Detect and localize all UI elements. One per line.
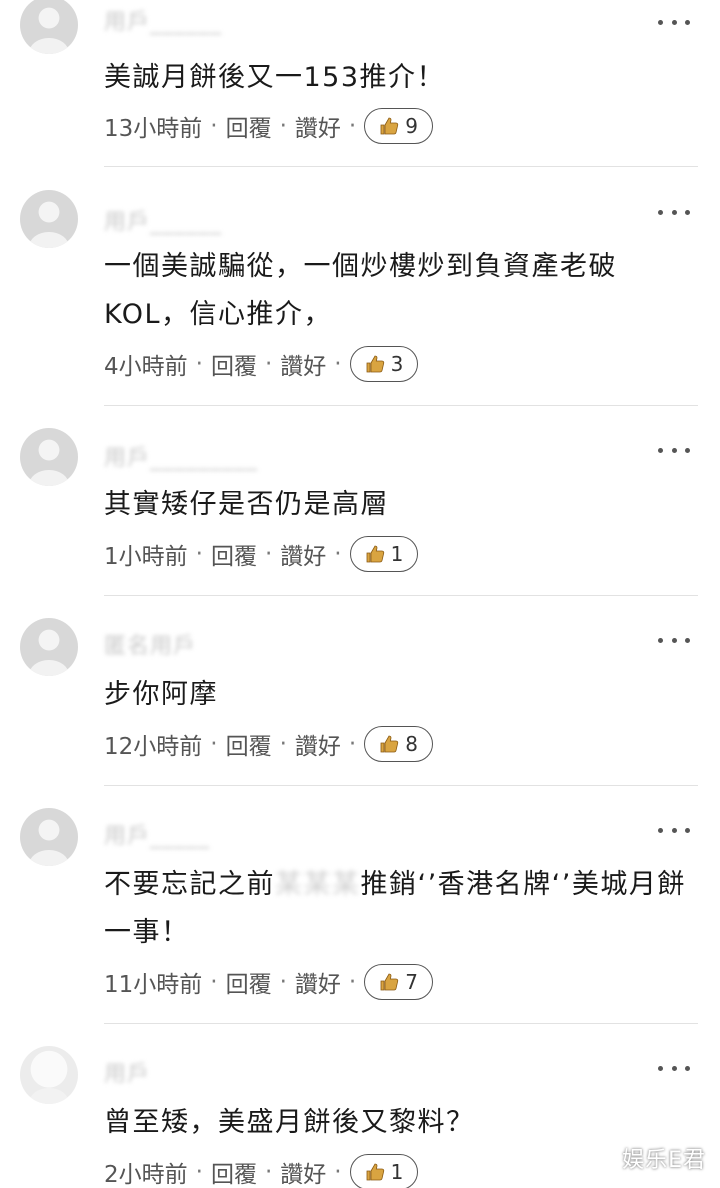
username-blurred[interactable]: 用戶______ <box>104 204 222 236</box>
thumbs-up-icon <box>366 1163 384 1181</box>
divider <box>104 595 698 596</box>
separator: · <box>210 731 218 757</box>
like-button[interactable]: 讚好 <box>280 1155 326 1188</box>
more-options-icon[interactable] <box>658 636 690 644</box>
more-options-icon[interactable] <box>658 18 690 26</box>
comment-meta: 1小時前 · 回覆 · 讚好 · 1 <box>104 536 419 572</box>
like-button[interactable]: 讚好 <box>295 727 341 761</box>
comment-text: 步你阿摩 <box>104 679 218 710</box>
timestamp: 2小時前 <box>104 1162 188 1188</box>
username-blurred[interactable]: 用戶_____ <box>104 818 210 850</box>
like-count-pill[interactable]: 9 <box>364 108 433 144</box>
comment-meta: 2小時前 · 回覆 · 讚好 · 1 <box>104 1154 419 1188</box>
separator: · <box>264 1159 273 1185</box>
comment-text-part: 不要忘記之前 <box>104 869 275 900</box>
separator: · <box>279 731 287 757</box>
avatar[interactable] <box>20 190 78 248</box>
username-blurred[interactable]: 用戶_________ <box>104 440 258 472</box>
thumbs-up-icon <box>366 355 384 373</box>
separator: · <box>279 113 287 139</box>
like-count-pill[interactable]: 8 <box>364 726 433 762</box>
avatar[interactable] <box>20 808 78 866</box>
separator: · <box>195 541 203 567</box>
like-count: 3 <box>390 352 404 376</box>
avatar[interactable] <box>20 428 78 486</box>
separator: · <box>264 351 273 377</box>
comment-text: 一個美誠騙從，一個炒樓炒到負資產老破KOL，信心推介， <box>104 251 617 330</box>
separator: · <box>348 731 357 757</box>
separator: · <box>195 351 203 377</box>
like-button[interactable]: 讚好 <box>295 965 341 999</box>
separator: · <box>334 1159 342 1185</box>
comment-meta: 4小時前 · 回覆 · 讚好 · 3 <box>104 346 419 382</box>
separator: · <box>210 969 218 995</box>
comment-meta: 12小時前 · 回覆 · 讚好 · 8 <box>104 726 433 762</box>
reply-button[interactable]: 回覆 <box>226 727 272 761</box>
thumbs-up-icon <box>366 545 384 563</box>
timestamp: 11小時前 <box>104 972 203 998</box>
more-options-icon[interactable] <box>658 1064 690 1072</box>
like-count: 1 <box>390 542 404 566</box>
divider <box>104 1023 698 1024</box>
like-count-pill[interactable]: 1 <box>349 536 419 572</box>
comment-meta: 11小時前 · 回覆 · 讚好 · 7 <box>104 964 433 1000</box>
like-count: 9 <box>405 114 418 138</box>
like-count-pill[interactable]: 7 <box>364 964 433 1000</box>
reply-button[interactable]: 回覆 <box>226 109 272 143</box>
like-count: 7 <box>405 970 418 994</box>
divider <box>104 785 698 786</box>
like-button[interactable]: 讚好 <box>280 347 326 381</box>
like-button[interactable]: 讚好 <box>280 537 326 571</box>
like-count-pill[interactable]: 1 <box>349 1154 419 1188</box>
separator: · <box>348 113 357 139</box>
divider <box>104 166 698 167</box>
thumbs-up-icon <box>380 973 399 991</box>
watermark: 娱乐E君 <box>622 1148 706 1173</box>
redacted-text: 某某某 <box>275 869 361 900</box>
timestamp: 13小時前 <box>104 116 203 142</box>
more-options-icon[interactable] <box>658 826 690 834</box>
comment-text: 曾至矮，美盛月餅後又黎料？ <box>104 1107 475 1138</box>
reply-button[interactable]: 回覆 <box>211 1155 257 1188</box>
thumbs-up-icon <box>380 735 399 753</box>
separator: · <box>264 541 273 567</box>
avatar[interactable] <box>20 1046 78 1104</box>
reply-button[interactable]: 回覆 <box>226 965 272 999</box>
reply-button[interactable]: 回覆 <box>211 347 257 381</box>
timestamp: 4小時前 <box>104 354 188 380</box>
separator: · <box>210 113 218 139</box>
comment-text: 其實矮仔是否仍是高層 <box>104 489 389 520</box>
username-blurred[interactable]: 用戶 <box>104 1056 150 1088</box>
like-count: 1 <box>390 1160 404 1184</box>
timestamp: 1小時前 <box>104 544 188 570</box>
separator: · <box>348 969 357 995</box>
avatar[interactable] <box>20 618 78 676</box>
divider <box>104 405 698 406</box>
more-options-icon[interactable] <box>658 208 690 216</box>
separator: · <box>334 351 342 377</box>
comment-text: 美誠月餅後又一153推介！ <box>104 62 446 93</box>
comment-meta: 13小時前 · 回覆 · 讚好 · 9 <box>104 108 433 144</box>
like-count-pill[interactable]: 3 <box>349 346 419 382</box>
username-blurred[interactable]: 匿名用戶 <box>104 628 196 660</box>
more-options-icon[interactable] <box>658 446 690 454</box>
separator: · <box>279 969 287 995</box>
comment-text: 不要忘記之前某某某推銷‘’香港名牌‘’美城月餅一事！ <box>104 861 698 957</box>
timestamp: 12小時前 <box>104 734 203 760</box>
reply-button[interactable]: 回覆 <box>211 537 257 571</box>
username-blurred[interactable]: 用戶______ <box>104 4 222 36</box>
separator: · <box>334 541 342 567</box>
like-count: 8 <box>405 732 418 756</box>
thumbs-up-icon <box>380 117 399 135</box>
like-button[interactable]: 讚好 <box>295 109 341 143</box>
avatar[interactable] <box>20 0 78 54</box>
separator: · <box>195 1159 203 1185</box>
